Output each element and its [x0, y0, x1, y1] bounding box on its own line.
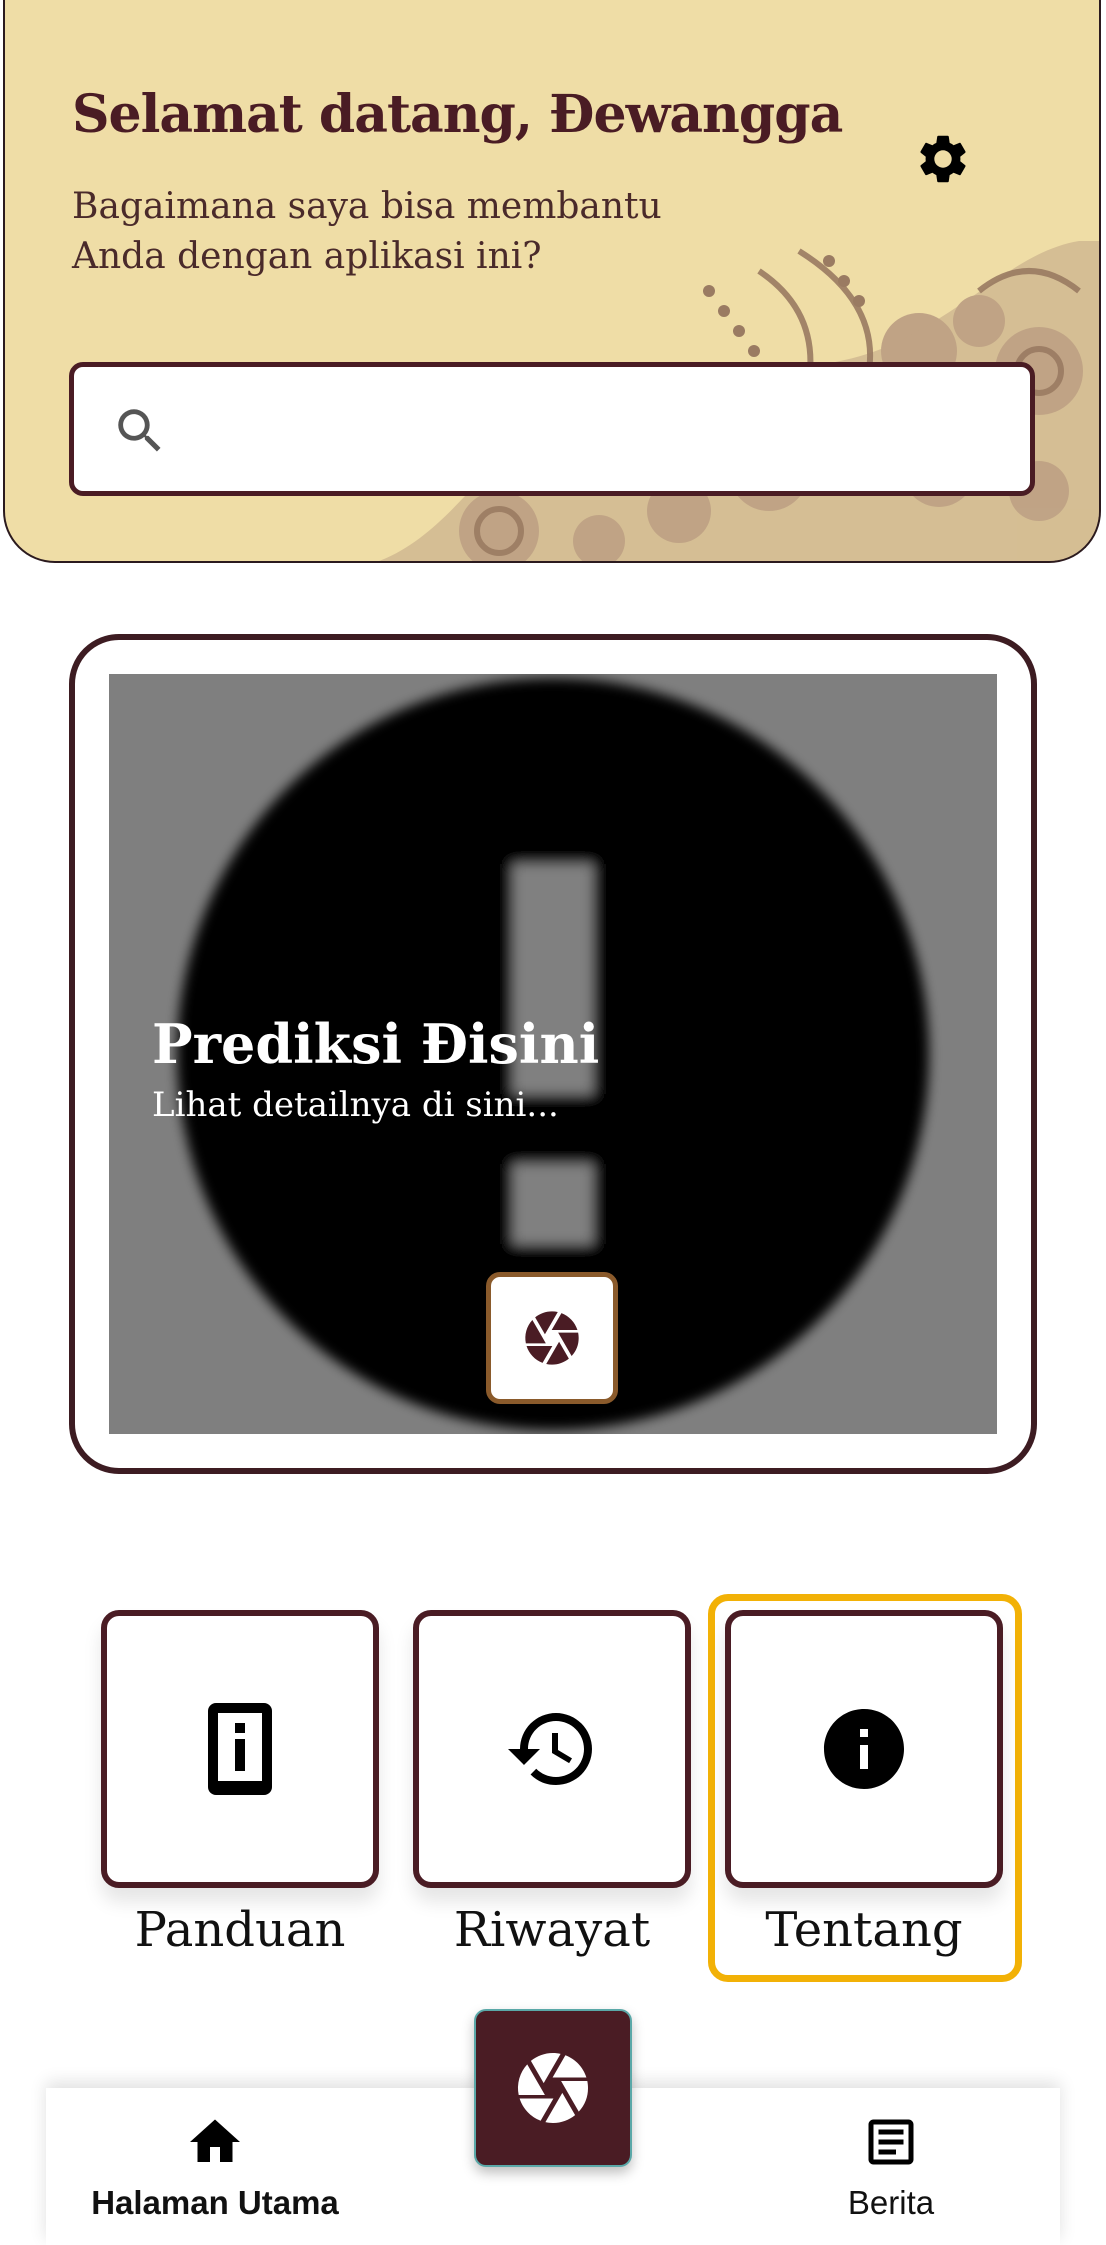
menu-tile-riwayat[interactable] — [413, 1610, 691, 1888]
home-icon — [190, 2119, 240, 2162]
guide-phone-info-icon — [208, 1703, 272, 1795]
menu-label-panduan: Panduan — [134, 1902, 346, 1958]
greeting-title: Selamat datang, Đewangga — [72, 84, 843, 145]
nav-news-label: Berita — [847, 2184, 935, 2221]
info-icon — [824, 1709, 904, 1789]
menu-label-riwayat: Riwayat — [453, 1902, 651, 1958]
greeting-subtitle: Bagaimana saya bisa membantu Anda dengan… — [72, 186, 662, 277]
prediction-subtitle: Lihat detailnya di sini... — [152, 1085, 559, 1125]
nav-home[interactable]: Halaman Utama — [65, 2112, 365, 2222]
prediction-title: Prediksi Đisini — [152, 1012, 600, 1076]
settings-button[interactable] — [908, 124, 978, 194]
menu-label-tentang: Tentang — [765, 1902, 963, 1958]
nav-home-label: Halaman Utama — [91, 2184, 339, 2221]
news-article-icon — [868, 2119, 914, 2165]
prediction-camera-button[interactable] — [486, 1272, 618, 1404]
camera-fab-button[interactable] — [474, 2009, 632, 2167]
search-bar[interactable] — [69, 362, 1035, 496]
camera-shutter-icon — [525, 1311, 579, 1365]
search-input[interactable] — [194, 387, 1018, 473]
menu-tile-panduan[interactable] — [101, 1610, 379, 1888]
menu-tile-tentang[interactable] — [725, 1610, 1003, 1888]
camera-shutter-icon — [517, 2053, 589, 2123]
nav-news[interactable]: Berita — [741, 2112, 1041, 2222]
gear-icon — [920, 135, 966, 183]
search-icon — [118, 409, 161, 452]
history-icon — [508, 1713, 592, 1785]
